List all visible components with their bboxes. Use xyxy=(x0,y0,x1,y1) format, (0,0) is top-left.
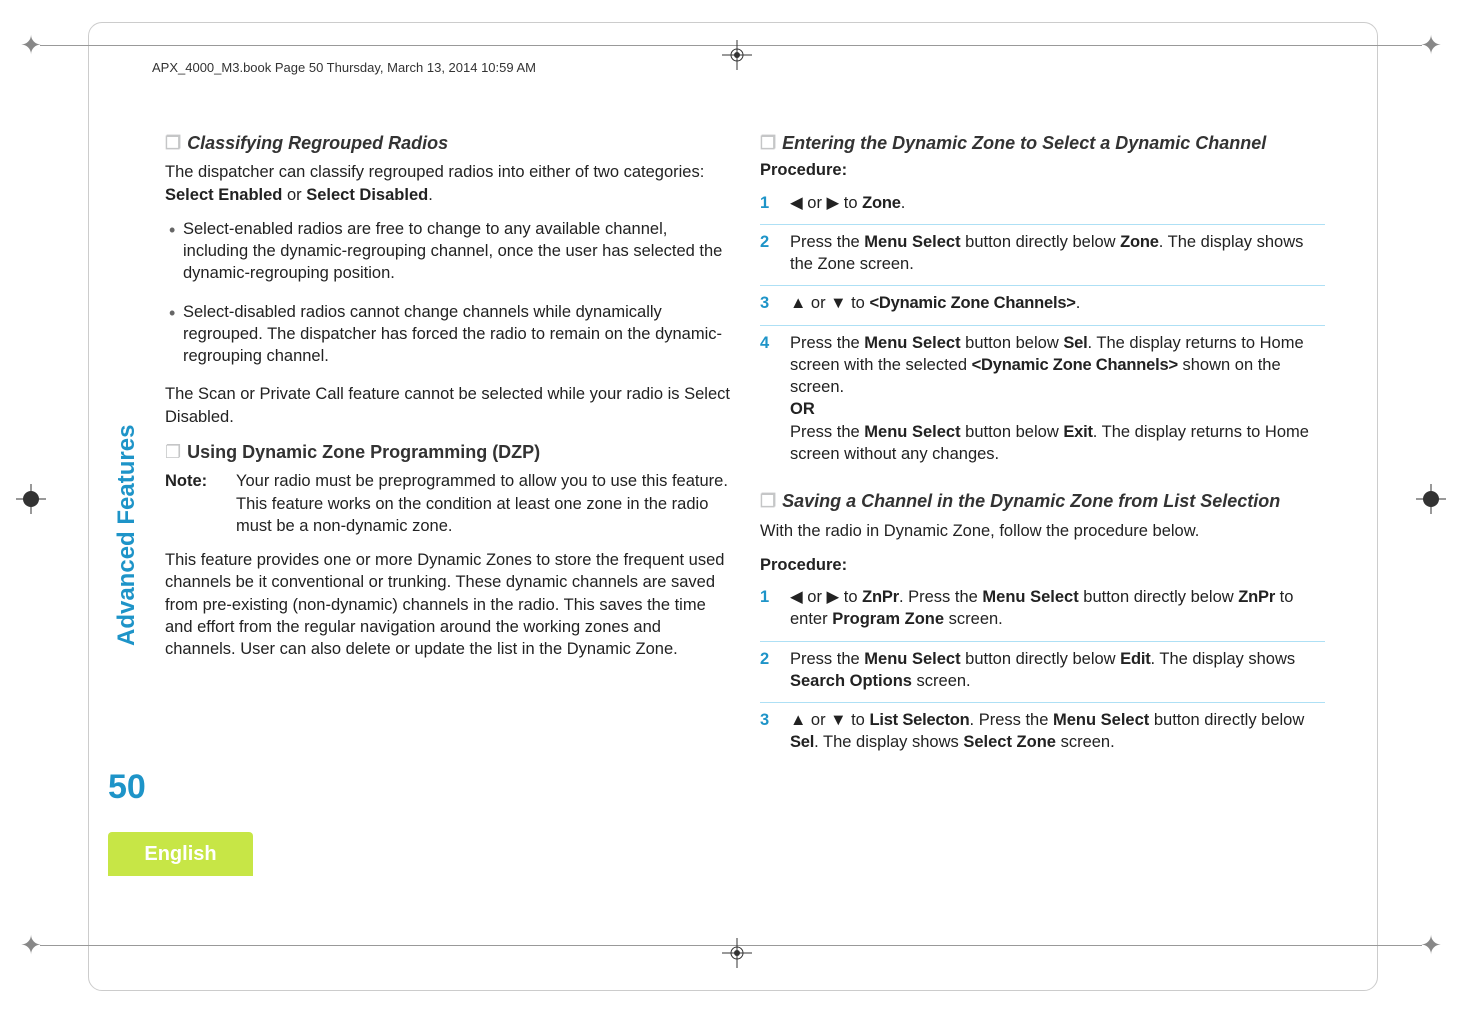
note-label: Note: xyxy=(165,470,220,537)
crosshair-icon xyxy=(14,482,48,516)
step-number: 2 xyxy=(760,231,780,276)
paragraph: This feature provides one or more Dynami… xyxy=(165,549,730,660)
corner-star-icon: ✦ xyxy=(14,928,48,962)
note-icon: ❐ xyxy=(165,133,181,153)
procedure-label: Procedure: xyxy=(760,554,1325,576)
note-icon: ❐ xyxy=(165,442,181,462)
step: 4 Press the Menu Select button below Sel… xyxy=(760,326,1325,476)
step: 3 ▲ or ▼ to List Selecton. Press the Men… xyxy=(760,703,1325,764)
page-content: ❐Classifying Regrouped Radios The dispat… xyxy=(155,125,1325,915)
procedure-label: Procedure: xyxy=(760,159,1325,181)
section-heading: ❐Entering the Dynamic Zone to Select a D… xyxy=(760,131,1325,155)
step-number: 4 xyxy=(760,332,780,466)
step: 2 Press the Menu Select button directly … xyxy=(760,642,1325,704)
procedure-steps: 1 ◀ or ▶ to ZnPr. Press the Menu Select … xyxy=(760,580,1325,764)
step-number: 3 xyxy=(760,292,780,314)
side-tab-label: Advanced Features xyxy=(108,420,146,650)
running-header: APX_4000_M3.book Page 50 Thursday, March… xyxy=(152,60,536,75)
section-heading: ❐Using Dynamic Zone Programming (DZP) xyxy=(165,440,730,464)
right-column: ❐Entering the Dynamic Zone to Select a D… xyxy=(760,125,1325,915)
page-number: 50 xyxy=(108,768,146,807)
list-item: Select-disabled radios cannot change cha… xyxy=(165,301,730,368)
corner-star-icon: ✦ xyxy=(1414,28,1448,62)
step: 1 ◀ or ▶ to Zone. xyxy=(760,186,1325,225)
step-number: 1 xyxy=(760,192,780,214)
crosshair-icon xyxy=(720,936,754,970)
step: 3 ▲ or ▼ to <Dynamic Zone Channels>. xyxy=(760,286,1325,325)
paragraph: The Scan or Private Call feature cannot … xyxy=(165,383,730,428)
note-icon: ❐ xyxy=(760,133,776,153)
language-tab: English xyxy=(108,832,253,876)
corner-star-icon: ✦ xyxy=(14,28,48,62)
list-item: Select-enabled radios are free to change… xyxy=(165,218,730,285)
left-column: ❐Classifying Regrouped Radios The dispat… xyxy=(155,125,730,915)
step: 2 Press the Menu Select button directly … xyxy=(760,225,1325,287)
note-icon: ❐ xyxy=(760,491,776,511)
step-number: 1 xyxy=(760,586,780,631)
section-heading: ❐Saving a Channel in the Dynamic Zone fr… xyxy=(760,489,1325,513)
paragraph: With the radio in Dynamic Zone, follow t… xyxy=(760,520,1325,542)
corner-star-icon: ✦ xyxy=(1414,928,1448,962)
paragraph: The dispatcher can classify regrouped ra… xyxy=(165,161,730,206)
section-heading: ❐Classifying Regrouped Radios xyxy=(165,131,730,155)
crosshair-icon xyxy=(1414,482,1448,516)
note-block: Note: Your radio must be preprogrammed t… xyxy=(165,470,730,537)
procedure-steps: 1 ◀ or ▶ to Zone. 2 Press the Menu Selec… xyxy=(760,186,1325,476)
step: 1 ◀ or ▶ to ZnPr. Press the Menu Select … xyxy=(760,580,1325,642)
step-number: 3 xyxy=(760,709,780,754)
crosshair-icon xyxy=(720,38,754,72)
note-body: Your radio must be preprogrammed to allo… xyxy=(236,470,730,537)
bullet-list: Select-enabled radios are free to change… xyxy=(165,218,730,368)
step-number: 2 xyxy=(760,648,780,693)
